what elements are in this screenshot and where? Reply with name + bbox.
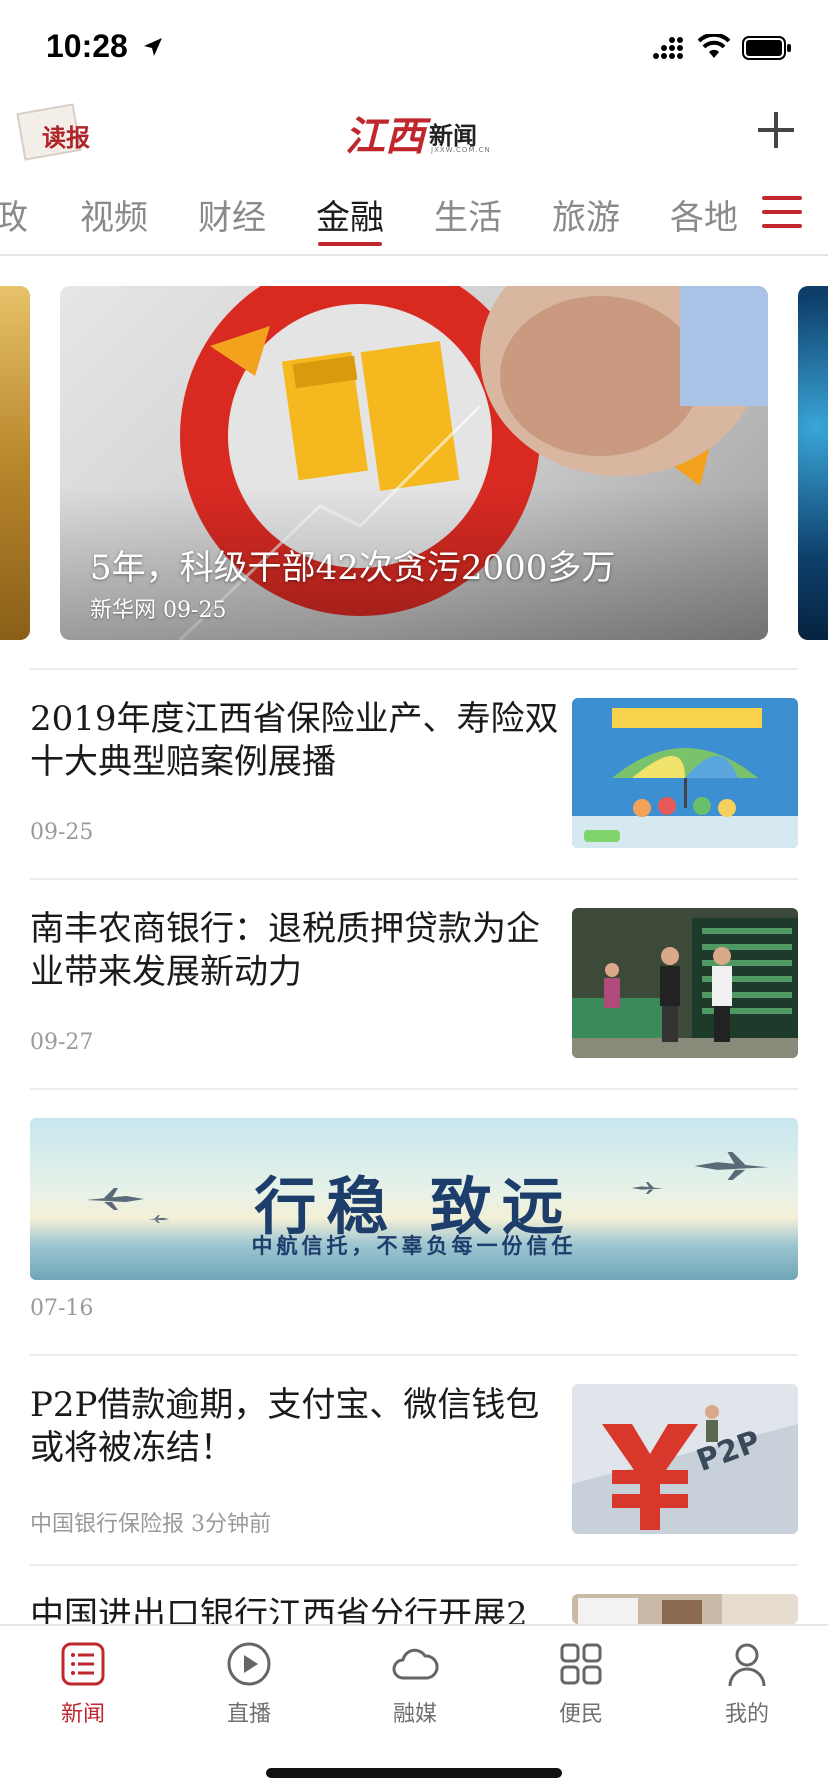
nav-media[interactable]: 融媒 bbox=[332, 1626, 498, 1736]
add-plus-icon[interactable] bbox=[756, 110, 796, 150]
read-newspaper-label: 读报 bbox=[42, 123, 90, 152]
umbrella-illustration bbox=[572, 698, 798, 848]
news-thumbnail[interactable]: P2P bbox=[572, 1384, 798, 1534]
nav-live[interactable]: 直播 bbox=[166, 1626, 332, 1736]
news-title[interactable]: 南丰农商银行：退税质押贷款为企业带来发展新动力 bbox=[30, 908, 560, 994]
factory-photo bbox=[572, 908, 798, 1058]
office-photo bbox=[572, 1594, 798, 1624]
news-title[interactable]: 中国进出口银行江西省分行开展2 bbox=[30, 1594, 560, 1624]
carousel-prev-slide[interactable] bbox=[0, 286, 30, 640]
logo-url: JXXW.COM.CN bbox=[431, 146, 491, 154]
news-thumbnail[interactable] bbox=[572, 908, 798, 1058]
bottom-tab-bar: 新闻 直播 融媒 便民 我的 bbox=[0, 1624, 828, 1792]
news-date: 07-16 bbox=[30, 1296, 94, 1321]
cloud-icon bbox=[392, 1648, 439, 1680]
nav-profile[interactable]: 我的 bbox=[664, 1626, 828, 1736]
divider bbox=[30, 1354, 798, 1356]
read-newspaper-button[interactable]: 读报 bbox=[16, 103, 92, 161]
location-arrow-icon bbox=[144, 38, 162, 56]
person-icon bbox=[728, 1643, 766, 1687]
logo-brand: 江西 bbox=[345, 113, 425, 160]
ad-slogan: 中航信托，不辜负每一份信任 bbox=[251, 1234, 577, 1258]
carousel-headline[interactable]: 5年，科级干部42次贪污2000多万 bbox=[90, 540, 615, 589]
nav-label: 融媒 bbox=[392, 1702, 437, 1727]
divider bbox=[30, 668, 798, 670]
headline-carousel[interactable]: 5年，科级干部42次贪污2000多万 新华网 09-25 bbox=[0, 286, 828, 640]
tab-life[interactable]: 生活 bbox=[434, 190, 502, 239]
status-bar: 10:28 bbox=[0, 0, 828, 100]
carousel-next-slide[interactable] bbox=[798, 286, 828, 640]
tab-politics[interactable]: 政 bbox=[0, 190, 28, 239]
tab-travel[interactable]: 旅游 bbox=[552, 190, 620, 239]
nav-label: 我的 bbox=[724, 1702, 769, 1727]
divider bbox=[30, 1564, 798, 1566]
nav-label: 新闻 bbox=[60, 1702, 105, 1727]
ad-banner[interactable]: 行稳 致远 中航信托，不辜负每一份信任 bbox=[30, 1118, 798, 1280]
active-tab-indicator bbox=[318, 242, 382, 246]
grid-apps-icon bbox=[560, 1643, 602, 1685]
battery-icon bbox=[742, 36, 791, 60]
status-time: 10:28 bbox=[46, 28, 128, 64]
play-circle-icon bbox=[227, 1642, 271, 1686]
tab-local[interactable]: 各地 bbox=[670, 190, 738, 239]
news-thumbnail[interactable] bbox=[572, 698, 798, 848]
tab-video[interactable]: 视频 bbox=[80, 190, 148, 239]
menu-icon[interactable] bbox=[756, 190, 808, 234]
category-tabs: 政 视频 财经 金融 生活 旅游 各地 bbox=[0, 180, 828, 256]
divider bbox=[30, 878, 798, 880]
carousel-source: 新华网 bbox=[90, 598, 157, 623]
divider bbox=[30, 1088, 798, 1090]
tab-banking[interactable]: 金融 bbox=[316, 190, 384, 239]
news-date: 09-25 bbox=[30, 820, 94, 845]
news-title[interactable]: P2P借款逾期，支付宝、微信钱包或将被冻结！ bbox=[30, 1384, 560, 1470]
tab-finance[interactable]: 财经 bbox=[198, 190, 266, 239]
nav-services[interactable]: 便民 bbox=[498, 1626, 664, 1736]
news-list-icon bbox=[61, 1642, 105, 1686]
cellular-signal-icon bbox=[653, 37, 683, 59]
news-source-time: 中国银行保险报 3分钟前 bbox=[30, 1512, 271, 1537]
wifi-icon bbox=[698, 34, 730, 58]
news-title[interactable]: 2019年度江西省保险业产、寿险双十大典型赔案例展播 bbox=[30, 698, 560, 784]
p2p-yuan-illustration: P2P bbox=[572, 1384, 798, 1534]
nav-label: 直播 bbox=[226, 1702, 271, 1727]
news-thumbnail[interactable] bbox=[572, 1594, 798, 1624]
news-date: 09-27 bbox=[30, 1030, 94, 1055]
carousel-slide[interactable]: 5年，科级干部42次贪污2000多万 新华网 09-25 bbox=[60, 286, 768, 640]
carousel-date: 09-25 bbox=[163, 598, 227, 623]
nav-news[interactable]: 新闻 bbox=[0, 1626, 166, 1736]
app-logo: 江西 新闻 JXXW.COM.CN bbox=[345, 104, 490, 160]
nav-label: 便民 bbox=[558, 1702, 603, 1727]
carousel-meta: 新华网 09-25 bbox=[90, 592, 226, 624]
home-indicator[interactable] bbox=[266, 1768, 562, 1778]
app-header: 读报 江西 新闻 JXXW.COM.CN bbox=[0, 100, 828, 180]
